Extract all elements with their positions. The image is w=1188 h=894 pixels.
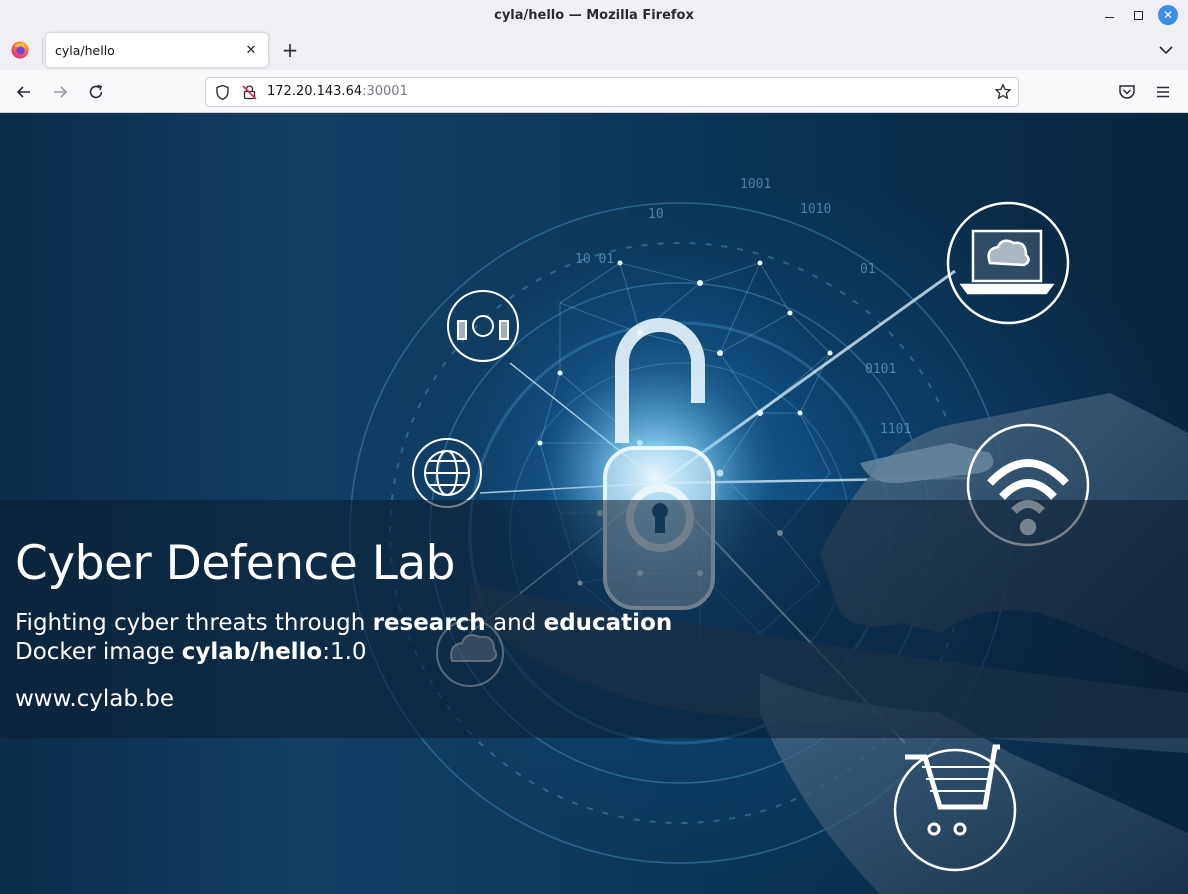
navigation-toolbar: 172.20.143.64:30001 [0, 70, 1188, 113]
bookmark-star-icon[interactable] [994, 83, 1012, 101]
tab-label: cyla/hello [55, 42, 115, 58]
reload-icon [89, 84, 103, 99]
firefox-logo-icon[interactable] [10, 40, 30, 60]
tagline-middle: and [485, 610, 544, 636]
close-window-button[interactable]: ✕ [1158, 5, 1178, 25]
url-host: 172.20.143.64 [267, 84, 363, 99]
forward-arrow-icon [54, 86, 68, 98]
tracking-shield-icon[interactable] [214, 84, 231, 101]
page-headline: Cyber Defence Lab [15, 536, 456, 591]
url-bar[interactable]: 172.20.143.64:30001 [205, 77, 1019, 107]
minimize-icon [1104, 16, 1114, 19]
docker-prefix: Docker image [15, 639, 182, 665]
tagline-education: education [543, 610, 673, 636]
url-text[interactable]: 172.20.143.64:30001 [267, 84, 408, 99]
close-icon: ✕ [245, 42, 257, 58]
globe-icon [412, 438, 482, 508]
cloud-laptop-icon [946, 201, 1070, 325]
maximize-icon [1133, 10, 1143, 20]
people-globe-icon [447, 290, 519, 362]
binary-text: 1101 [880, 422, 911, 437]
back-button[interactable] [12, 80, 36, 104]
url-port: :30001 [362, 84, 408, 99]
tagline: Fighting cyber threats through research … [15, 610, 672, 636]
hero-banner: Cyber Defence Lab Fighting cyber threats… [0, 500, 1188, 738]
hamburger-menu-icon[interactable] [1153, 82, 1173, 102]
docker-image-name: cylab/hello [181, 639, 323, 665]
reload-button[interactable] [84, 80, 108, 104]
binary-text: 1001 [740, 177, 771, 192]
docker-image-tag: :1.0 [322, 639, 367, 665]
binary-text: 10 [648, 207, 664, 222]
new-tab-button[interactable]: + [279, 39, 301, 61]
binary-text: 01 [860, 262, 876, 277]
tagline-prefix: Fighting cyber threats through [15, 610, 373, 636]
chevron-down-icon[interactable] [1156, 40, 1176, 60]
tab-close-button[interactable]: ✕ [243, 42, 259, 58]
window-titlebar: cyla/hello — Mozilla Firefox ✕ [0, 0, 1188, 30]
binary-text: 1010 [800, 202, 831, 217]
binary-text: 0101 [865, 362, 896, 377]
close-icon: ✕ [1162, 8, 1174, 22]
insecure-lock-icon[interactable] [241, 84, 258, 101]
docker-image-line: Docker image cylab/hello:1.0 [15, 639, 367, 665]
tab-cyla-hello[interactable]: cyla/hello ✕ [46, 33, 268, 67]
back-arrow-icon [16, 86, 30, 98]
minimize-button[interactable] [1099, 5, 1119, 25]
maximize-button[interactable] [1128, 5, 1148, 25]
page-content: 10 1001 1010 01 0101 10 01 1101 Cyber De… [0, 113, 1188, 894]
plus-icon: + [281, 38, 299, 62]
tagline-research: research [372, 610, 486, 636]
tab-separator [42, 38, 43, 64]
window-title: cyla/hello — Mozilla Firefox [494, 7, 694, 23]
tab-strip: cyla/hello ✕ + [0, 30, 1188, 70]
pocket-icon[interactable] [1117, 82, 1137, 102]
website-link[interactable]: www.cylab.be [15, 686, 174, 712]
forward-button[interactable] [48, 80, 72, 104]
binary-text: 10 01 [575, 252, 614, 267]
